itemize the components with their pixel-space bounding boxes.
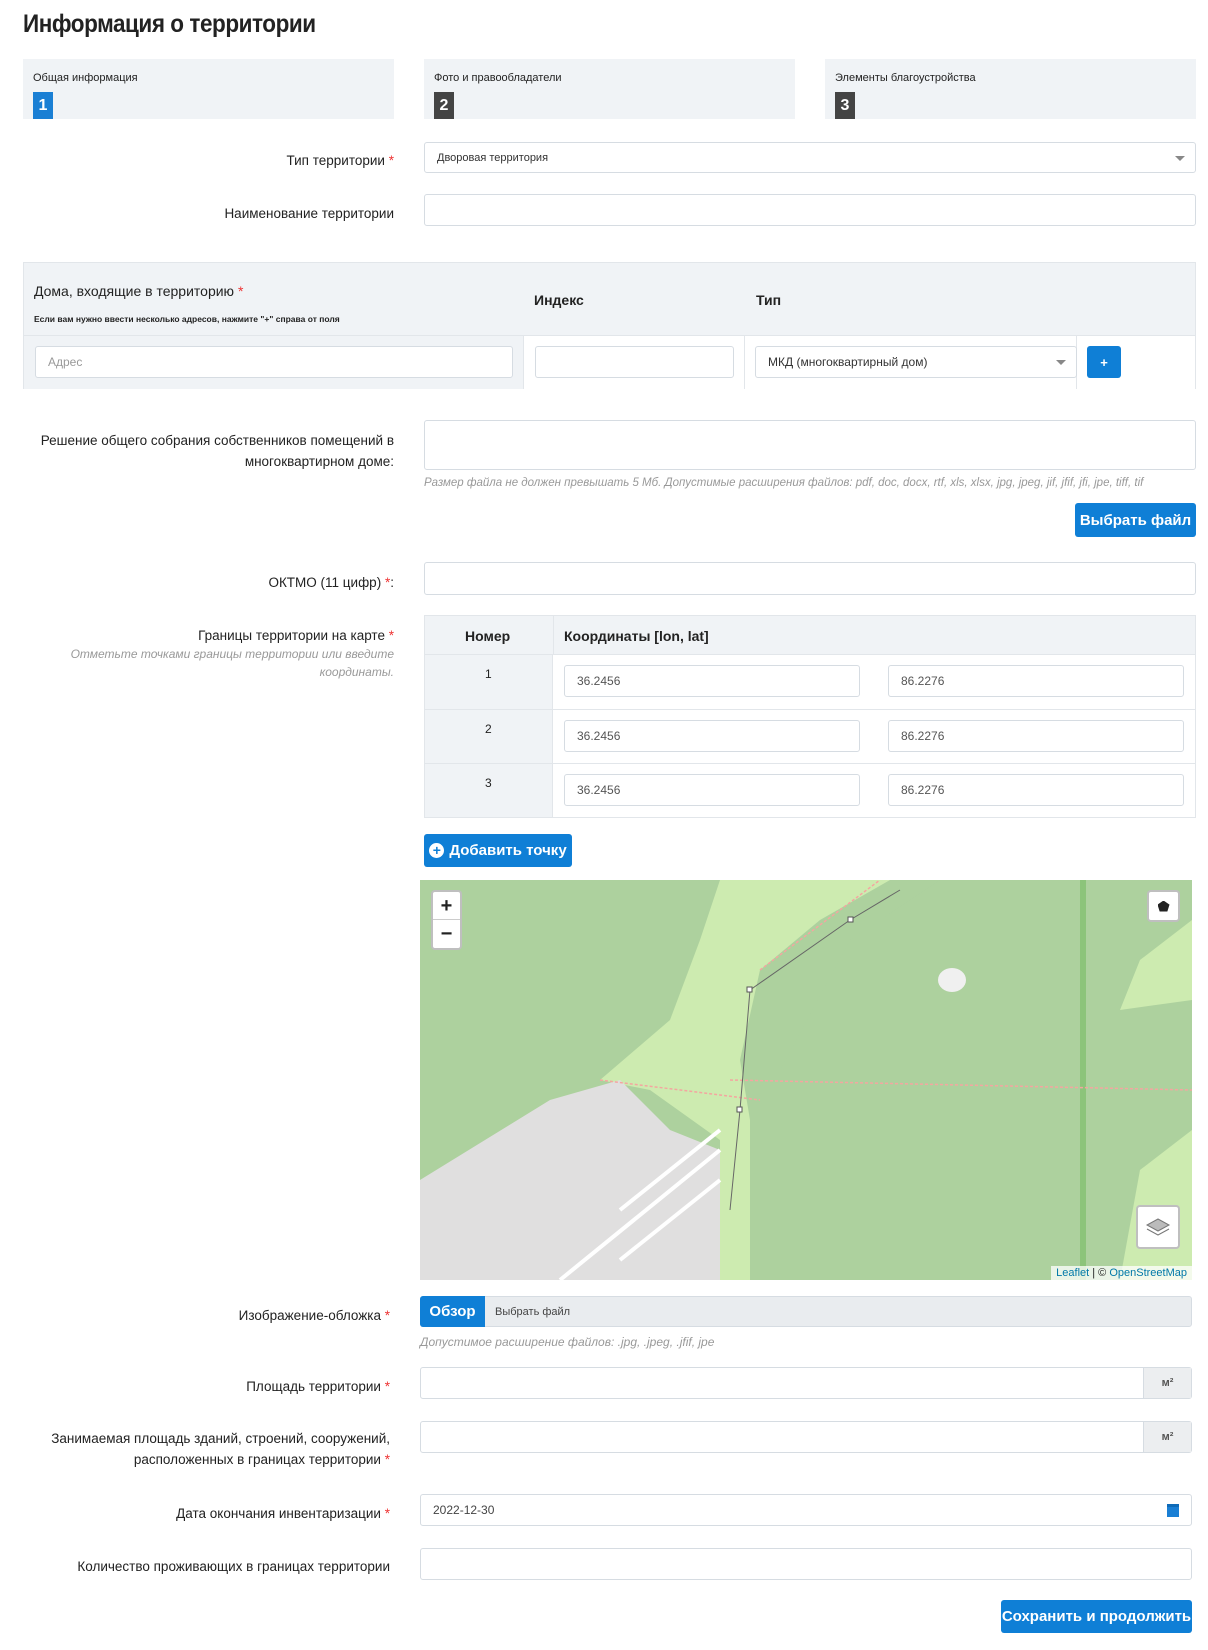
step-number: 3	[835, 92, 855, 119]
plus-circle-icon: +	[429, 843, 445, 858]
draw-polygon-button[interactable]	[1147, 890, 1180, 922]
zoom-out-button[interactable]: −	[433, 920, 460, 948]
leaflet-link[interactable]: Leaflet	[1056, 1267, 1089, 1279]
map[interactable]: + − Leaflet | © OpenStreetMap	[420, 880, 1192, 1280]
decision-label: Решение общего собрания собственников по…	[40, 433, 394, 469]
step-photo[interactable]: Фото и правообладатели 2	[424, 59, 795, 119]
buildings-area-label: Занимаемая площадь зданий, строений, соо…	[51, 1431, 390, 1467]
lon-input[interactable]: 36.2456	[564, 774, 860, 806]
houses-panel: Дома, входящие в территорию * Если вам н…	[23, 262, 1196, 389]
buildings-area-input[interactable]: м²	[420, 1421, 1192, 1453]
step-label: Элементы благоустройства	[835, 72, 976, 84]
oktmo-label: ОКТМО (11 цифр) *:	[268, 575, 394, 590]
map-tiles	[420, 880, 1192, 1280]
point-number: 3	[485, 776, 492, 790]
inventory-date-label: Дата окончания инвентаризации *	[176, 1506, 390, 1521]
table-row: 1 36.2456 86.2276	[425, 655, 1195, 709]
decision-hint: Размер файла не должен превышать 5 Мб. Д…	[424, 477, 1144, 489]
cover-hint: Допустимое расширение файлов: .jpg, .jpe…	[420, 1335, 715, 1349]
residents-input[interactable]	[420, 1548, 1192, 1580]
table-row: 2 36.2456 86.2276	[425, 709, 1195, 763]
territory-type-select[interactable]: Дворовая территория	[424, 142, 1196, 173]
layers-button[interactable]	[1136, 1205, 1180, 1249]
zoom-control: + −	[431, 890, 462, 950]
browse-button[interactable]: Обзор	[420, 1296, 485, 1327]
cover-label: Изображение-обложка *	[238, 1308, 390, 1323]
lon-input[interactable]: 36.2456	[564, 720, 860, 752]
layers-icon	[1145, 1218, 1171, 1236]
add-address-button[interactable]: +	[1087, 346, 1121, 378]
lat-input[interactable]: 86.2276	[888, 720, 1184, 752]
house-type-select[interactable]: МКД (многоквартирный дом)	[755, 346, 1077, 378]
coordinates-table: Номер Координаты [lon, lat] 1 36.2456 86…	[424, 615, 1196, 818]
bounds-hint: Отметьте точками границы территории или …	[70, 647, 394, 679]
polygon-icon	[1157, 900, 1170, 912]
index-header: Индекс	[534, 292, 584, 308]
osm-link[interactable]: OpenStreetMap	[1109, 1267, 1187, 1279]
step-label: Общая информация	[33, 72, 138, 84]
lon-input[interactable]: 36.2456	[564, 665, 860, 697]
chevron-down-icon	[1056, 360, 1066, 370]
map-attribution: Leaflet | © OpenStreetMap	[1051, 1266, 1192, 1280]
selected-value: Дворовая территория	[437, 151, 549, 164]
territory-name-label: Наименование территории	[224, 206, 394, 221]
oktmo-input[interactable]	[424, 562, 1196, 595]
houses-note: Если вам нужно ввести несколько адресов,…	[34, 314, 340, 324]
decision-file-field[interactable]	[424, 420, 1196, 470]
inventory-date-input[interactable]: 2022-12-30	[420, 1494, 1192, 1526]
chevron-down-icon	[1175, 155, 1185, 166]
file-name-text: Выбрать файл	[495, 1305, 571, 1318]
type-header: Тип	[756, 292, 782, 308]
lat-input[interactable]: 86.2276	[888, 774, 1184, 806]
residents-label: Количество проживающих в границах террит…	[77, 1559, 390, 1574]
coords-header: Координаты [lon, lat]	[564, 628, 709, 644]
page-title: Информация о территории	[23, 10, 316, 38]
step-elements[interactable]: Элементы благоустройства 3	[825, 59, 1196, 119]
territory-type-label: Тип территории *	[286, 153, 394, 168]
unit-addon: м²	[1143, 1422, 1191, 1452]
step-general[interactable]: Общая информация 1	[23, 59, 394, 119]
calendar-icon[interactable]	[1167, 1504, 1179, 1517]
selected-value: МКД (многоквартирный дом)	[768, 355, 928, 369]
step-number: 1	[33, 92, 53, 119]
add-point-button[interactable]: + Добавить точку	[424, 834, 572, 867]
unit-addon: м²	[1143, 1368, 1191, 1398]
date-value: 2022-12-30	[433, 1503, 495, 1517]
index-input[interactable]	[535, 346, 734, 378]
area-label: Площадь территории *	[246, 1379, 390, 1394]
point-number: 1	[485, 667, 492, 681]
houses-title: Дома, входящие в территорию *	[34, 283, 244, 299]
territory-name-input[interactable]	[424, 194, 1196, 226]
point-number: 2	[485, 722, 492, 736]
area-input[interactable]: м²	[420, 1367, 1192, 1399]
step-label: Фото и правообладатели	[434, 72, 562, 84]
cover-file-input[interactable]: Обзор Выбрать файл	[420, 1296, 1192, 1327]
save-continue-button[interactable]: Сохранить и продолжить	[1001, 1600, 1192, 1633]
bounds-label: Границы территории на карте *	[198, 628, 394, 643]
choose-file-button[interactable]: Выбрать файл	[1075, 503, 1196, 537]
step-number: 2	[434, 92, 454, 119]
number-header: Номер	[465, 628, 511, 644]
address-input[interactable]: Адрес	[35, 346, 513, 378]
table-row: 3 36.2456 86.2276	[425, 763, 1195, 817]
lat-input[interactable]: 86.2276	[888, 665, 1184, 697]
zoom-in-button[interactable]: +	[433, 892, 460, 920]
